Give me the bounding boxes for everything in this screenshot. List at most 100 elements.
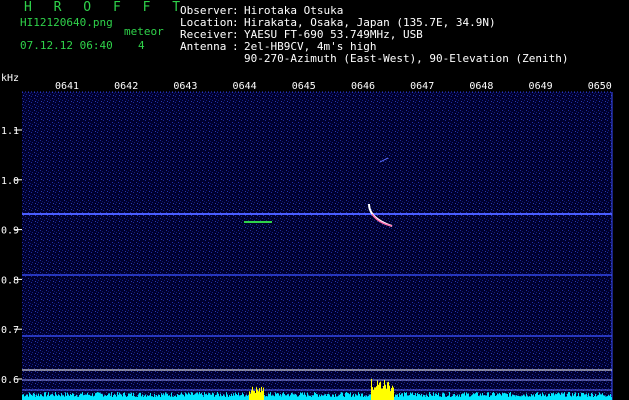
spectrum-bar xyxy=(484,395,485,400)
spectrum-bar xyxy=(76,394,77,400)
spectrum-bar xyxy=(145,394,146,400)
spectrum-bar xyxy=(271,395,272,400)
spectrum-bar xyxy=(495,395,496,400)
spectrum-bar xyxy=(215,395,216,400)
spectrum-bar xyxy=(421,393,422,400)
spectrum-bar xyxy=(490,395,491,400)
spectrum-bar xyxy=(238,392,239,400)
spectrum-bar xyxy=(561,392,562,400)
spectrum-bar xyxy=(550,396,551,400)
spectrum-bar xyxy=(361,393,362,400)
spectrum-bar xyxy=(338,395,339,400)
spectrum-bar xyxy=(205,394,206,400)
spectrum-bar xyxy=(397,394,398,400)
spectrum-bar xyxy=(524,395,525,400)
spectrum-bar xyxy=(123,393,124,400)
spectrum-bar xyxy=(606,396,607,400)
spectrum-bar xyxy=(588,393,589,400)
spectrum-bar xyxy=(600,394,601,400)
spectrum-bar xyxy=(116,396,117,400)
spectrum-bar xyxy=(23,394,24,400)
spectrum-bar xyxy=(537,392,538,400)
spectrum-bar xyxy=(260,392,261,400)
spectrum-bar xyxy=(249,391,250,400)
spectrum-bar xyxy=(343,396,344,400)
spectrum-bar xyxy=(120,394,121,400)
spectrum-bar xyxy=(218,393,219,400)
spectrum-bar xyxy=(481,395,482,400)
spectrum-bar xyxy=(144,395,145,400)
spectrum-bar xyxy=(383,385,384,400)
spectrum-bar xyxy=(270,392,271,400)
spectrum-bar xyxy=(464,392,465,400)
spectrum-bar xyxy=(38,393,39,400)
spectrum-bar xyxy=(582,392,583,400)
spectrum-bar xyxy=(589,396,590,400)
spectrum-bar xyxy=(236,394,237,400)
spectrum-bar xyxy=(482,393,483,400)
spectrum-bar xyxy=(65,392,66,400)
spectrum-bar xyxy=(223,394,224,400)
spectrum-bar xyxy=(455,396,456,400)
spectrum-bar xyxy=(518,395,519,400)
spectrum-bar xyxy=(579,396,580,400)
spectrum-bar xyxy=(419,394,420,400)
spectrum-bar xyxy=(444,393,445,400)
spectrum-bar xyxy=(479,396,480,400)
spectrum-bar xyxy=(322,395,323,400)
spectrum-bar xyxy=(119,392,120,400)
spectrum-bar xyxy=(244,396,245,400)
spectrum-bar xyxy=(33,393,34,400)
spectrum-bar xyxy=(530,396,531,400)
spectrum-bar xyxy=(603,395,604,400)
spectrum-bar xyxy=(506,393,507,400)
spectrum-bar xyxy=(62,395,63,400)
spectrum-bar xyxy=(523,394,524,400)
spectrum-bar xyxy=(203,396,204,400)
spectrum-bar xyxy=(142,394,143,400)
spectrum-bar xyxy=(280,394,281,400)
spectrum-bar xyxy=(420,395,421,400)
spectrum-bar xyxy=(497,393,498,400)
spectrum-bar xyxy=(388,381,389,400)
spectrum-bar xyxy=(538,394,539,400)
spectrum-bar xyxy=(592,393,593,400)
spectrum-bar xyxy=(477,392,478,400)
spectrum-bar xyxy=(265,396,266,400)
spectrum-bar xyxy=(71,394,72,400)
spectrum-bar xyxy=(345,392,346,400)
spectrum-bar xyxy=(267,396,268,400)
spectrum-bar xyxy=(321,394,322,400)
spectrum-bar xyxy=(390,391,391,400)
spectrum-bar xyxy=(63,395,64,400)
spectrum-bar xyxy=(81,393,82,400)
spectrum-bar xyxy=(342,392,343,400)
spectrum-bar xyxy=(554,395,555,400)
spectrum-bar xyxy=(513,394,514,400)
spectrum-bar xyxy=(402,393,403,400)
spectrum-bar xyxy=(576,396,577,400)
spectrum-bar xyxy=(374,387,375,400)
spectrum-bar xyxy=(169,395,170,400)
spectrum-bar xyxy=(447,396,448,400)
spectrum-bar xyxy=(211,394,212,400)
spectrum-bar xyxy=(246,394,247,400)
spectrum-bar xyxy=(323,395,324,400)
spectrum-bar xyxy=(175,395,176,400)
spectrum-bar xyxy=(607,396,608,400)
spectrum-bar xyxy=(285,395,286,400)
spectrum-bar xyxy=(406,392,407,400)
spectrum-bar xyxy=(304,392,305,400)
spectrum-bar xyxy=(111,392,112,400)
spectrum-bar xyxy=(232,395,233,400)
spectrum-bar xyxy=(378,384,379,400)
spectrum-bar xyxy=(29,392,30,400)
spectrum-bar xyxy=(124,392,125,400)
spectrum-bar xyxy=(199,392,200,400)
spectrum-bar xyxy=(75,395,76,400)
spectrum-bar xyxy=(82,392,83,400)
spectrum-bar xyxy=(289,396,290,400)
spectrum-bar xyxy=(61,393,62,400)
spectrum-bar xyxy=(198,394,199,400)
spectrum-bar xyxy=(547,396,548,400)
